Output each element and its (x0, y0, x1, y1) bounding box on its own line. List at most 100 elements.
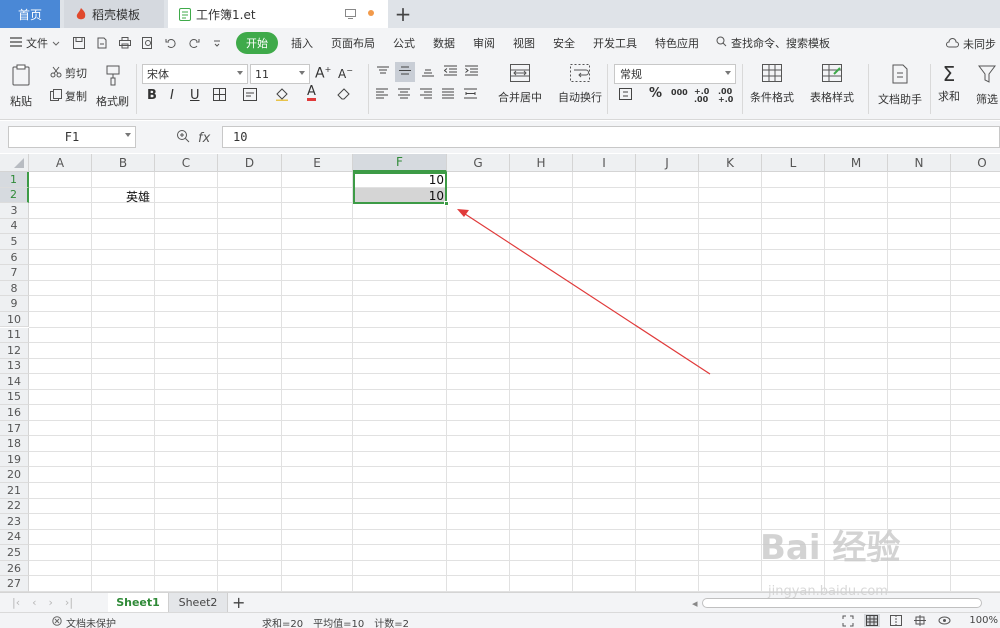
row-header-10[interactable]: 10 (0, 311, 29, 328)
row-header-20[interactable]: 20 (0, 467, 29, 483)
customize-toolbar-icon[interactable] (210, 36, 224, 50)
zoom-level[interactable]: 100% (969, 615, 998, 626)
align-center-button[interactable] (398, 88, 410, 102)
cut-button[interactable]: 剪切 (50, 65, 87, 81)
filter-button[interactable]: 筛选 (976, 64, 998, 107)
currency-format-button[interactable] (619, 88, 635, 103)
font-color-button[interactable]: A (307, 85, 316, 101)
row-header-6[interactable]: 6 (0, 249, 29, 266)
format-painter-button[interactable]: 格式刷 (96, 64, 129, 109)
normal-view-icon[interactable] (864, 614, 880, 627)
column-header-a[interactable]: A (29, 154, 92, 172)
sync-status[interactable]: 未同步 (946, 36, 996, 52)
table-style-button[interactable]: 表格样式 (810, 64, 854, 105)
scrollbar-thumb[interactable] (701, 598, 982, 608)
sheet-tab-sheet1[interactable]: Sheet1 (108, 593, 168, 612)
increase-font-button[interactable]: A+ (315, 65, 331, 82)
sum-button[interactable]: Σ 求和 (938, 64, 960, 104)
row-header-19[interactable]: 19 (0, 451, 29, 468)
bold-button[interactable]: B (147, 88, 157, 103)
row-header-9[interactable]: 9 (0, 296, 29, 312)
cell-style-button[interactable] (243, 88, 257, 104)
menu-tab-developer[interactable]: 开发工具 (584, 32, 646, 54)
file-menu[interactable]: 文件 (10, 35, 60, 51)
export-pdf-icon[interactable] (95, 36, 109, 50)
decrease-font-button[interactable]: A− (338, 66, 353, 81)
row-header-13[interactable]: 13 (0, 358, 29, 375)
column-header-c[interactable]: C (155, 154, 218, 172)
eye-protection-icon[interactable] (936, 614, 952, 627)
row-header-5[interactable]: 5 (0, 234, 29, 250)
monitor-icon[interactable] (345, 8, 356, 22)
column-header-k[interactable]: K (699, 154, 762, 172)
menu-tab-security[interactable]: 安全 (544, 32, 584, 54)
menu-tab-insert[interactable]: 插入 (282, 32, 322, 54)
justify-button[interactable] (442, 88, 454, 102)
formula-input[interactable]: 10 (222, 126, 1000, 148)
row-header-21[interactable]: 21 (0, 483, 29, 499)
cell-F1[interactable]: 10 (355, 173, 444, 187)
print-icon[interactable] (118, 36, 132, 50)
insert-function-button[interactable]: fx (198, 131, 210, 146)
column-header-g[interactable]: G (447, 154, 510, 172)
menu-tab-home[interactable]: 开始 (236, 32, 278, 54)
row-header-15[interactable]: 15 (0, 389, 29, 406)
last-sheet-icon[interactable]: ›| (65, 596, 73, 609)
row-header-26[interactable]: 26 (0, 560, 29, 577)
cell-B2[interactable]: 英雄 (126, 188, 150, 205)
decrease-decimal-button[interactable]: .00 +.0 (718, 88, 736, 104)
tab-home[interactable]: 首页 (0, 0, 60, 28)
column-header-i[interactable]: I (573, 154, 636, 172)
row-header-3[interactable]: 3 (0, 203, 29, 219)
decrease-indent-button[interactable] (443, 65, 457, 79)
column-header-h[interactable]: H (510, 154, 573, 172)
row-header-17[interactable]: 17 (0, 420, 29, 437)
sheet-tab-sheet2[interactable]: Sheet2 (168, 593, 228, 612)
column-header-j[interactable]: J (636, 154, 699, 172)
scroll-left-icon[interactable]: ◂ (692, 597, 698, 610)
row-header-16[interactable]: 16 (0, 405, 29, 421)
row-header-11[interactable]: 11 (0, 327, 29, 344)
row-header-8[interactable]: 8 (0, 280, 29, 297)
fullscreen-icon[interactable] (840, 614, 856, 627)
increase-decimal-button[interactable]: +.0 .00 (694, 88, 712, 104)
menu-tab-formulas[interactable]: 公式 (384, 32, 424, 54)
row-header-18[interactable]: 18 (0, 436, 29, 452)
copy-button[interactable]: 复制 (50, 88, 87, 104)
first-sheet-icon[interactable]: |‹ (12, 596, 20, 609)
command-search[interactable]: 查找命令、搜索模板 (716, 35, 830, 51)
borders-button[interactable] (213, 88, 226, 104)
paste-button[interactable]: 粘贴 (10, 64, 32, 109)
print-preview-icon[interactable] (141, 36, 155, 50)
unsaved-dot-icon[interactable] (368, 10, 374, 16)
font-size-select[interactable]: 11 (250, 64, 310, 84)
tab-document[interactable]: 工作簿1.et (168, 0, 388, 28)
column-header-n[interactable]: N (888, 154, 951, 172)
align-top-button[interactable] (375, 64, 391, 82)
menu-tab-page-layout[interactable]: 页面布局 (322, 32, 384, 54)
number-format-select[interactable]: 常规 (614, 64, 736, 84)
cell-F2[interactable]: 10 (355, 189, 444, 203)
align-middle-button[interactable] (395, 62, 415, 82)
align-left-button[interactable] (376, 88, 388, 102)
row-header-22[interactable]: 22 (0, 498, 29, 515)
column-header-d[interactable]: D (218, 154, 282, 172)
row-header-1[interactable]: 1 (0, 172, 29, 188)
save-icon[interactable] (72, 36, 86, 50)
redo-icon[interactable] (187, 36, 201, 50)
next-sheet-icon[interactable]: › (49, 596, 53, 609)
wrap-text-button[interactable]: 自动换行 (558, 64, 602, 105)
row-header-24[interactable]: 24 (0, 529, 29, 546)
row-header-4[interactable]: 4 (0, 218, 29, 235)
row-header-25[interactable]: 25 (0, 545, 29, 561)
menu-tab-view[interactable]: 视图 (504, 32, 544, 54)
clear-button[interactable] (337, 88, 351, 103)
page-break-view-icon[interactable] (888, 614, 904, 627)
row-header-23[interactable]: 23 (0, 514, 29, 530)
underline-button[interactable]: U (190, 88, 200, 103)
percent-button[interactable]: % (649, 86, 662, 101)
column-header-e[interactable]: E (282, 154, 353, 172)
zoom-search-icon[interactable] (176, 129, 190, 147)
row-header-7[interactable]: 7 (0, 265, 29, 281)
fill-handle[interactable] (444, 201, 449, 206)
